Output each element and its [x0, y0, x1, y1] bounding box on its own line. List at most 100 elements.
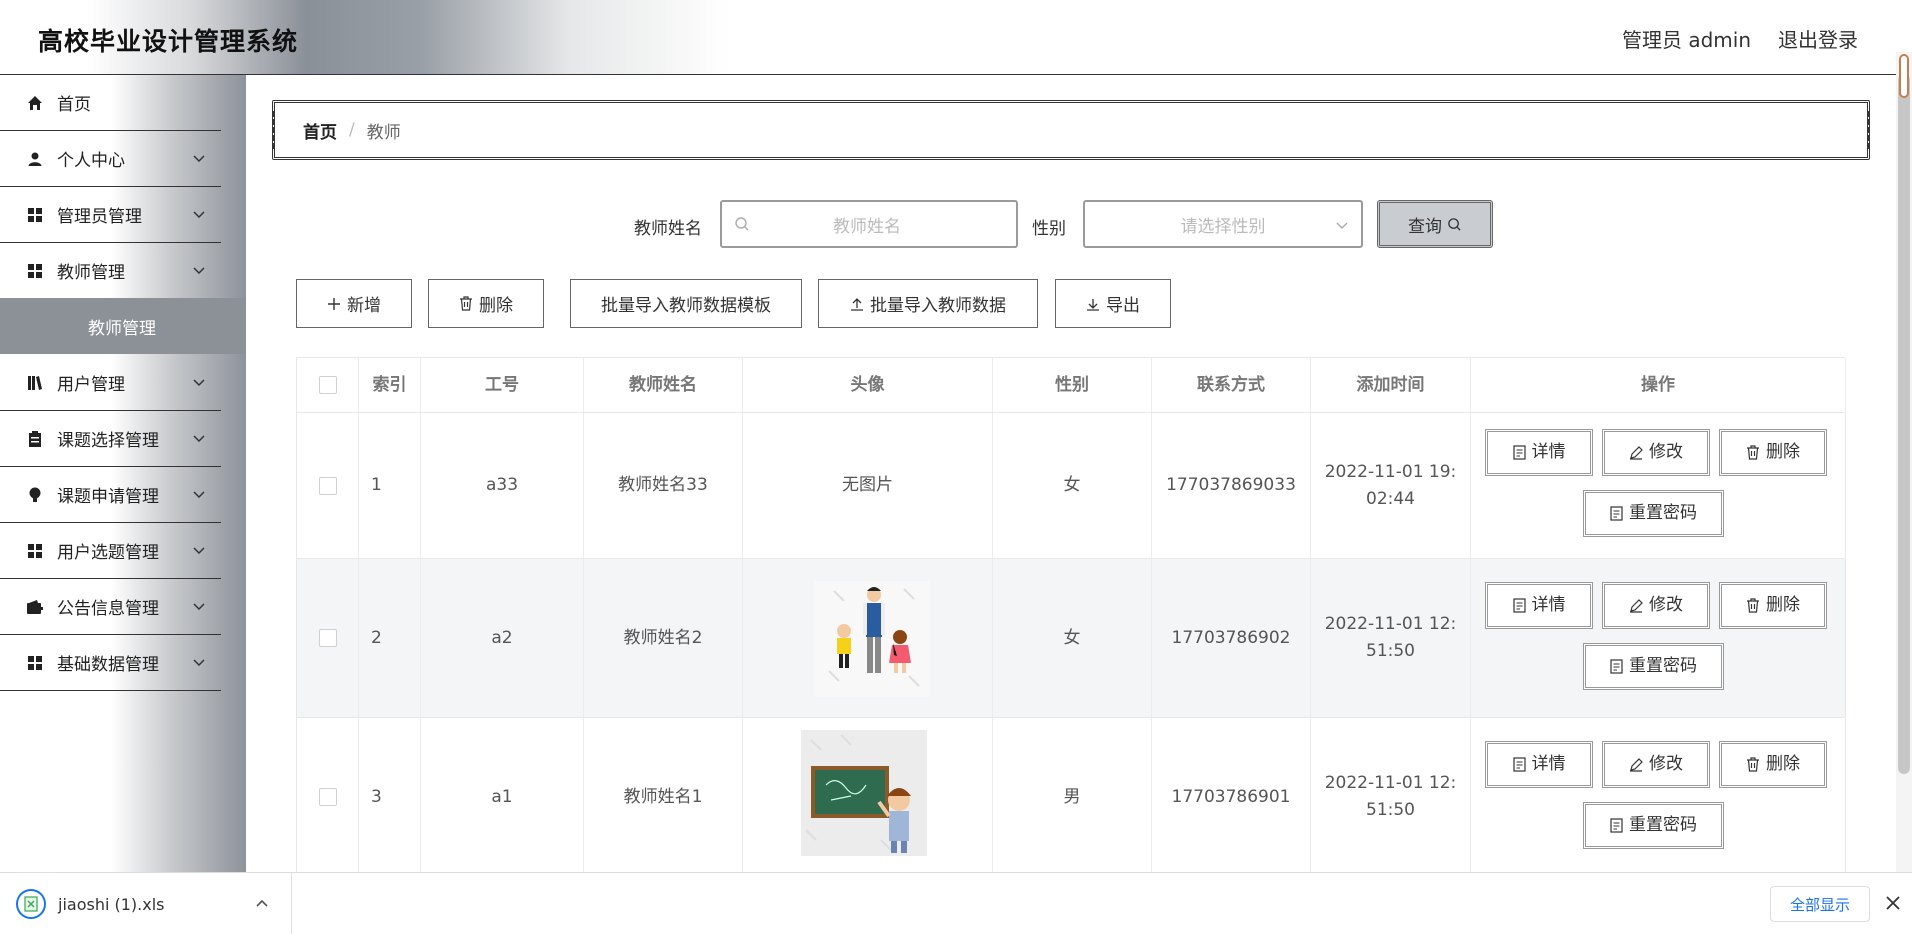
current-user: 管理员 admin: [1622, 28, 1752, 52]
cell-actions: 详情 修改 删除 重置密码: [1471, 413, 1846, 558]
cell-gender: 男: [993, 718, 1152, 876]
download-file-name: jiaoshi (1).xls: [58, 894, 165, 914]
logout-link[interactable]: 退出登录: [1778, 24, 1858, 53]
sidebar-item-base-data[interactable]: 基础数据管理: [0, 635, 221, 691]
row-select[interactable]: [297, 559, 359, 717]
user-icon: [26, 150, 44, 168]
detail-button[interactable]: 详情: [1485, 741, 1593, 788]
time-line-1: 2022-11-01 19:: [1324, 461, 1457, 482]
scroll-handle[interactable]: [1899, 54, 1909, 98]
sidebar-item-profile[interactable]: 个人中心: [0, 131, 221, 187]
teacher-name-input[interactable]: 教师姓名: [720, 200, 1018, 248]
reset-password-button[interactable]: 重置密码: [1583, 643, 1724, 690]
sidebar-item-label: 个人中心: [57, 151, 125, 171]
spreadsheet-file-icon: [16, 889, 46, 919]
header-name: 教师姓名: [584, 358, 743, 412]
reset-password-label: 重置密码: [1629, 503, 1697, 523]
detail-button[interactable]: 详情: [1485, 429, 1593, 476]
cell-actions: 详情 修改 删除 重置密码: [1471, 559, 1846, 717]
edit-label: 修改: [1649, 754, 1683, 774]
edit-icon: [1630, 445, 1643, 460]
cell-index: 3: [359, 718, 421, 876]
breadcrumb-home[interactable]: 首页: [303, 118, 337, 143]
delete-button[interactable]: 删除: [1719, 741, 1827, 788]
cell-time: 2022-11-01 19: 02:44: [1311, 413, 1471, 558]
sidebar-subitem-teacher-management[interactable]: 教师管理: [0, 298, 246, 354]
chevron-up-icon[interactable]: [254, 895, 270, 911]
reset-password-button[interactable]: 重置密码: [1583, 802, 1724, 849]
gender-select[interactable]: 请选择性别: [1083, 200, 1363, 248]
grid-icon: [26, 262, 44, 280]
sidebar-item-label: 课题申请管理: [57, 487, 159, 507]
export-button[interactable]: 导出: [1055, 279, 1171, 328]
cell-avatar: [743, 559, 993, 717]
trash-icon: [1747, 757, 1759, 772]
time-line-1: 2022-11-01 12:: [1324, 614, 1457, 634]
edit-icon: [1630, 757, 1643, 772]
sidebar-item-home[interactable]: 首页: [0, 75, 221, 131]
select-all-checkbox[interactable]: [318, 376, 337, 394]
table-header-row: 索引 工号 教师姓名 头像 性别 联系方式 添加时间 操作: [296, 357, 1846, 413]
reset-password-label: 重置密码: [1629, 815, 1697, 835]
download-item[interactable]: jiaoshi (1).xls: [0, 873, 292, 934]
cell-time: 2022-11-01 12: 51:50: [1311, 559, 1471, 717]
detail-button[interactable]: 详情: [1485, 582, 1593, 629]
sidebar-item-topic-apply[interactable]: 课题申请管理: [0, 467, 221, 523]
sidebar-item-label: 管理员管理: [57, 207, 142, 227]
row-checkbox[interactable]: [318, 788, 337, 806]
scrollbar-thumb[interactable]: [1898, 74, 1910, 774]
avatar-image: [801, 730, 927, 856]
edit-label: 修改: [1649, 595, 1683, 615]
row-select[interactable]: [297, 718, 359, 876]
edit-button[interactable]: 修改: [1602, 741, 1710, 788]
cell-phone: 17703786901: [1152, 718, 1311, 876]
cell-avatar: [743, 718, 993, 876]
header-select-all[interactable]: [297, 358, 359, 412]
teacher-name-placeholder: 教师姓名: [833, 216, 901, 237]
gender-placeholder: 请选择性别: [1180, 216, 1266, 237]
table-row: 2 a2 教师姓名2 女 17703786902 2022-11-01 12: …: [296, 559, 1846, 718]
row-checkbox[interactable]: [318, 476, 337, 495]
cell-time: 2022-11-01 12: 51:50: [1311, 718, 1471, 876]
close-icon[interactable]: [1884, 894, 1902, 912]
delete-button[interactable]: 删除: [1719, 429, 1827, 476]
teacher-name-label: 教师姓名: [634, 219, 702, 239]
detail-label: 详情: [1531, 595, 1566, 615]
detail-label: 详情: [1531, 754, 1566, 774]
cell-code: a33: [421, 413, 584, 558]
trash-icon: [460, 296, 472, 311]
reset-password-button[interactable]: 重置密码: [1583, 490, 1724, 537]
detail-label: 详情: [1531, 442, 1566, 462]
delete-button[interactable]: 删除: [1719, 582, 1827, 629]
edit-icon: [1630, 598, 1643, 613]
sidebar-item-notice[interactable]: 公告信息管理: [0, 579, 221, 635]
sidebar-item-topic-select[interactable]: 课题选择管理: [0, 411, 221, 467]
trash-icon: [1747, 598, 1759, 613]
sidebar-item-users[interactable]: 用户管理: [0, 355, 221, 411]
chevron-down-icon: [193, 435, 205, 443]
batch-import-button-label: 批量导入教师数据: [870, 296, 1006, 316]
batch-delete-button[interactable]: 删除: [428, 279, 544, 328]
sidebar-item-admin[interactable]: 管理员管理: [0, 187, 221, 243]
import-template-button[interactable]: 批量导入教师数据模板: [570, 279, 802, 328]
sidebar-item-user-topic[interactable]: 用户选题管理: [0, 523, 221, 579]
chevron-down-icon: [193, 211, 205, 219]
query-button[interactable]: 查询: [1377, 200, 1493, 248]
book-icon: [26, 374, 44, 392]
sidebar-item-teacher[interactable]: 教师管理: [0, 243, 221, 299]
time-line-1: 2022-11-01 12:: [1324, 773, 1457, 793]
cell-index: 2: [359, 559, 421, 717]
row-checkbox[interactable]: [318, 629, 337, 647]
add-button[interactable]: 新增: [296, 279, 412, 328]
edit-label: 修改: [1649, 442, 1683, 462]
query-button-label: 查询: [1408, 216, 1442, 237]
add-button-label: 新增: [347, 296, 381, 316]
edit-button[interactable]: 修改: [1602, 582, 1710, 629]
show-all-downloads-button[interactable]: 全部显示: [1770, 886, 1870, 922]
export-button-label: 导出: [1106, 296, 1140, 316]
page-scrollbar[interactable]: [1896, 52, 1912, 872]
batch-import-button[interactable]: 批量导入教师数据: [818, 279, 1038, 328]
row-select[interactable]: [297, 413, 359, 558]
upload-icon: [851, 297, 863, 311]
edit-button[interactable]: 修改: [1602, 429, 1710, 476]
